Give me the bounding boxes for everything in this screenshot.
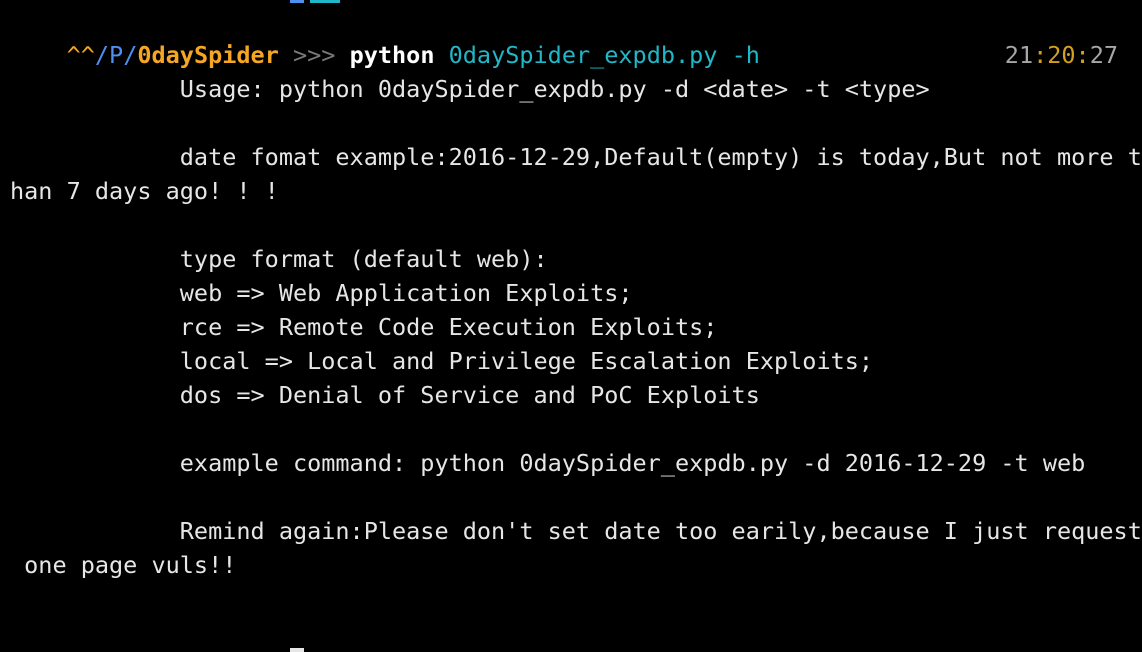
output-type-rce: rce => Remote Code Execution Exploits; — [10, 313, 718, 341]
output-remind: Remind again:Please don't set date too e… — [10, 517, 1142, 545]
command-args: 0daySpider_expdb.py -h — [434, 41, 760, 69]
output-type-local: local => Local and Privilege Escalation … — [10, 347, 874, 375]
prompt-path-segment: P — [109, 41, 124, 69]
prompt-current-dir: 0daySpider — [137, 41, 279, 69]
clock-minutes: 20 — [1047, 41, 1076, 69]
output-example-command: example command: python 0daySpider_expdb… — [10, 449, 1086, 477]
prompt-line: ^^/P/0daySpider >>> python 0daySpider_ex… — [10, 4, 760, 69]
clock-seconds: 27 — [1089, 41, 1118, 69]
clock-hours: 21 — [1004, 41, 1034, 69]
clock-colon: : — [1033, 41, 1048, 69]
terminal-window[interactable]: ^^/P/0daySpider >>> python 0daySpider_ex… — [0, 0, 1142, 652]
output-date-format-wrap: han 7 days ago! ! ! — [10, 177, 279, 205]
prompt-clock: 21:20:27 — [948, 4, 1118, 106]
output-date-format: date fomat example:2016-12-29,Default(em… — [10, 143, 1142, 171]
previous-line-fragment — [290, 0, 350, 3]
clock-colon: : — [1075, 41, 1090, 69]
prompt-arrows: >>> — [278, 41, 350, 69]
output-usage: Usage: python 0daySpider_expdb.py -d <da… — [10, 75, 930, 103]
text-cursor — [290, 648, 304, 652]
prompt-slash: / — [123, 41, 138, 69]
prompt-caret: ^^ — [66, 41, 95, 69]
output-type-format: type format (default web): — [10, 245, 548, 273]
output-type-web: web => Web Application Exploits; — [10, 279, 633, 307]
output-type-dos: dos => Denial of Service and PoC Exploit… — [10, 381, 760, 409]
prompt-slash: / — [94, 41, 110, 69]
command-name: python — [349, 41, 435, 69]
output-remind-wrap: one page vuls!! — [10, 551, 237, 579]
